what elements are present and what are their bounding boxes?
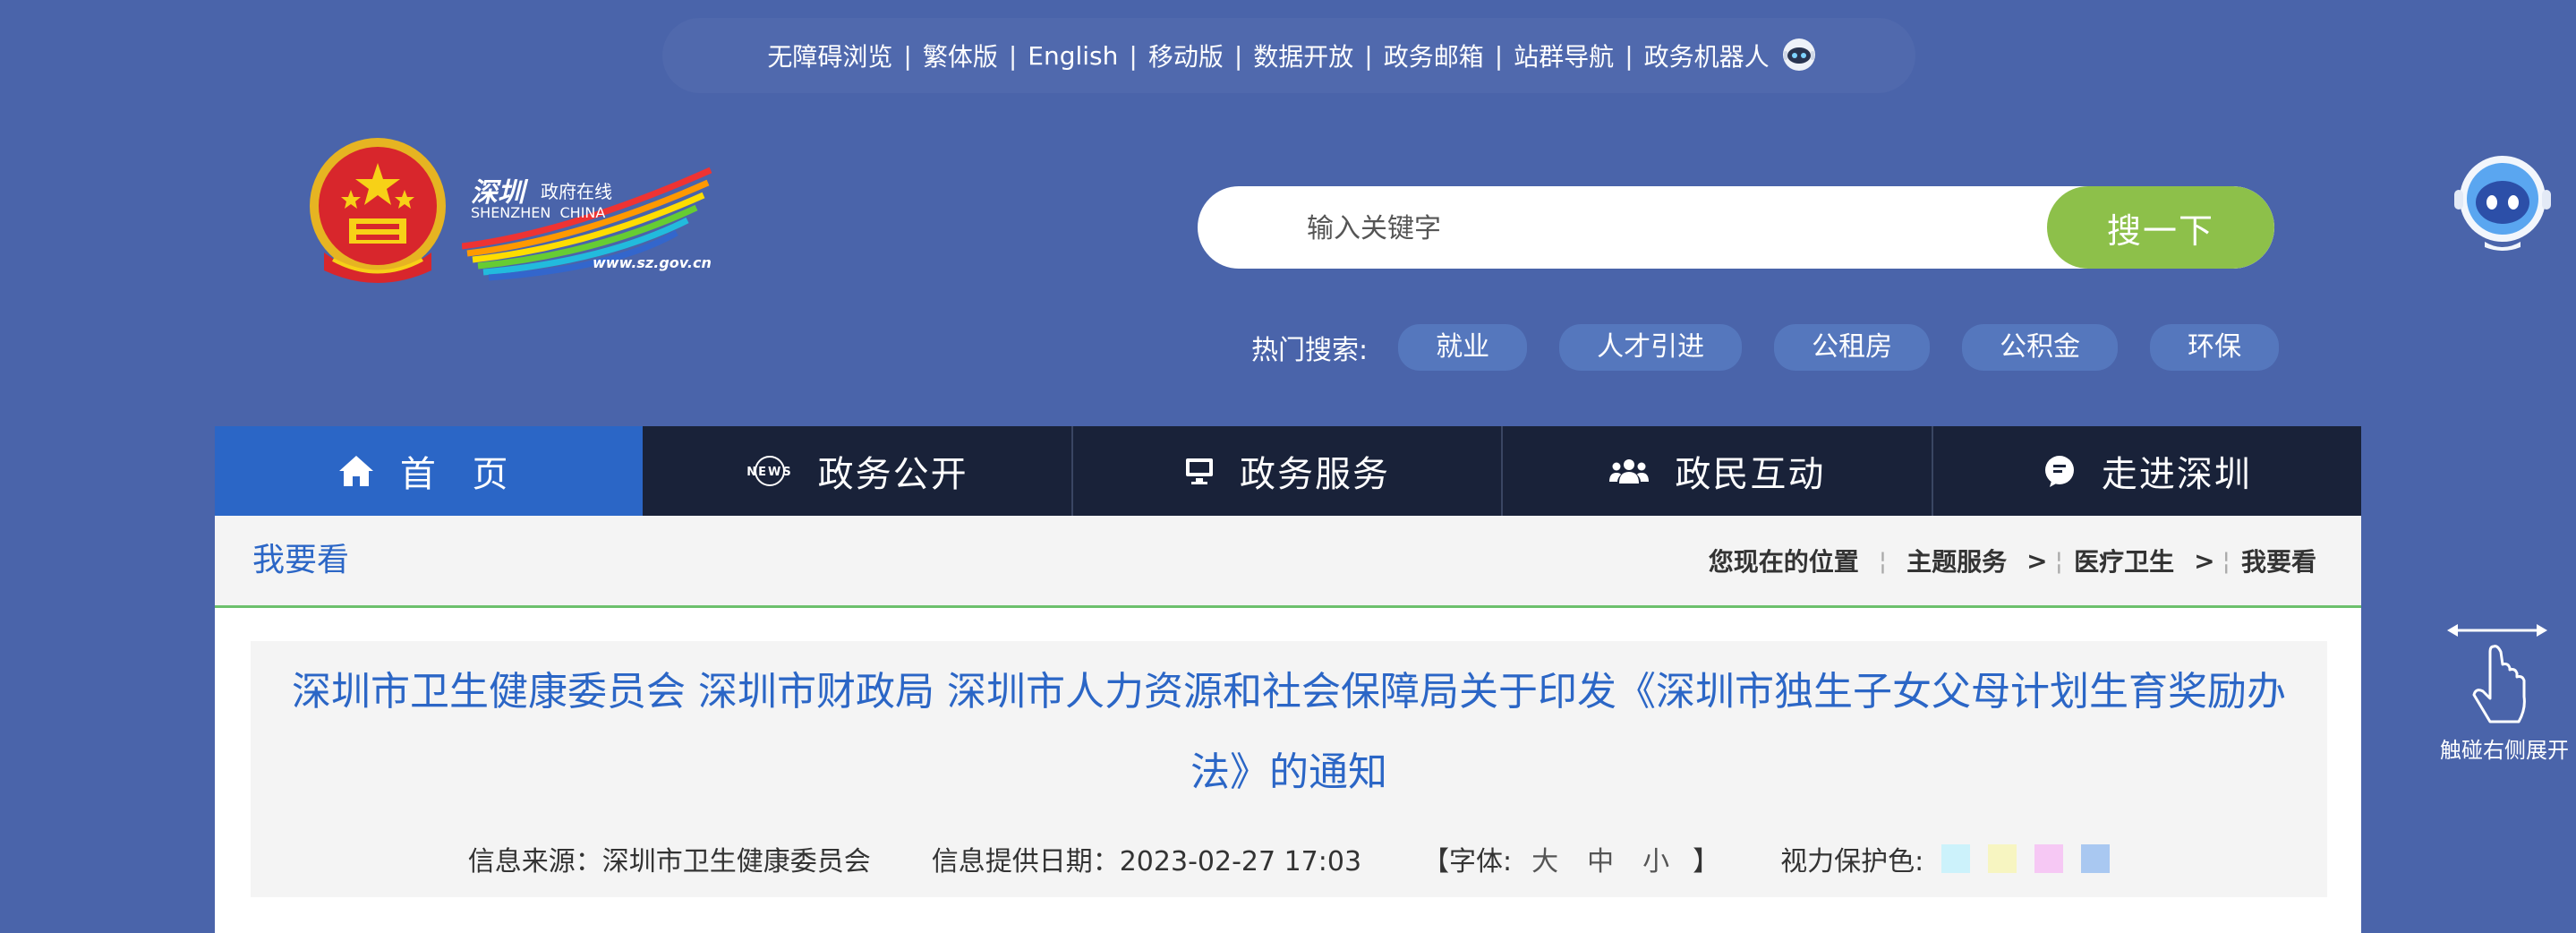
separator: |	[1233, 40, 1243, 71]
main-navigation: 首 页 NEWS 政务公开 政务服务 政民互动 走进深圳	[215, 426, 2361, 516]
nav-about-shenzhen[interactable]: 走进深圳	[1933, 426, 2361, 516]
font-size-small[interactable]: 小	[1642, 839, 1671, 878]
mobile-version-link[interactable]: 移动版	[1139, 38, 1233, 73]
breadcrumb-item-medical[interactable]: 医疗卫生	[2074, 543, 2174, 578]
breadcrumb-arrow: >	[2026, 545, 2048, 576]
font-size-medium[interactable]: 中	[1587, 839, 1616, 878]
logo-url: www.sz.gov.cn	[593, 254, 712, 271]
gov-robot-link[interactable]: 政务机器人	[1635, 38, 1770, 73]
eye-color-yellow[interactable]	[1988, 844, 2017, 873]
separator: |	[1129, 40, 1138, 71]
breadcrumb-divider: ¦	[1878, 545, 1888, 576]
eye-protection-label: 视力保护色:	[1780, 846, 1924, 877]
nav-gov-info[interactable]: NEWS 政务公开	[643, 426, 1073, 516]
national-emblem-logo	[310, 138, 446, 283]
breadcrumb-location-label: 您现在的位置	[1708, 547, 1859, 577]
hot-tag-public-housing[interactable]: 公租房	[1774, 324, 1931, 371]
search-box: 搜一下	[1198, 186, 2274, 269]
open-data-link[interactable]: 数据开放	[1244, 38, 1362, 73]
eye-color-blue[interactable]	[2081, 844, 2111, 873]
breadcrumb-item-current[interactable]: 我要看	[2241, 543, 2316, 578]
content-panel: 我要看 您现在的位置 ¦ 主题服务 > ¦ 医疗卫生 > ¦ 我要看 深圳市卫生…	[215, 516, 2361, 933]
breadcrumb-arrow: >	[2194, 545, 2215, 576]
hot-search: 热门搜索: 就业 人才引进 公租房 公积金 环保	[1251, 324, 2311, 371]
search-input[interactable]	[1305, 186, 2114, 269]
separator: |	[1625, 40, 1633, 71]
news-icon: NEWS	[746, 455, 793, 487]
font-size-large[interactable]: 大	[1531, 839, 1560, 878]
svg-text:NEWS: NEWS	[746, 466, 792, 479]
eye-color-pink[interactable]	[2034, 844, 2064, 873]
accessibility-link[interactable]: 无障碍浏览	[758, 38, 901, 73]
nav-gov-info-label: 政务公开	[817, 454, 968, 495]
logo-subtitle: 政府在线	[541, 181, 612, 202]
breadcrumb-divider: ¦	[2222, 545, 2231, 576]
article-title: 深圳市卫生健康委员会 深圳市财政局 深圳市人力资源和社会保障局关于印发《深圳市独…	[292, 669, 2286, 795]
chat-bubble-icon	[2043, 454, 2077, 488]
swipe-hint-label: 触碰右侧展开	[2440, 738, 2569, 763]
swipe-hint-icon[interactable]	[2444, 616, 2551, 741]
nav-about-shenzhen-label: 走进深圳	[2101, 454, 2252, 495]
hot-tag-talent[interactable]: 人才引进	[1559, 324, 1743, 371]
article-meta: 信息来源：深圳市卫生健康委员会 信息提供日期：2023-02-27 17:03 …	[251, 836, 2327, 881]
font-label-close: 】	[1693, 846, 1720, 877]
breadcrumb: 您现在的位置 ¦ 主题服务 > ¦ 医疗卫生 > ¦ 我要看	[1709, 516, 2316, 605]
nav-interaction-label: 政民互动	[1675, 454, 1826, 495]
assistant-robot-icon[interactable]	[2452, 152, 2553, 253]
hot-tag-environment[interactable]: 环保	[2150, 324, 2280, 371]
info-source: 信息来源：深圳市卫生健康委员会	[467, 846, 871, 877]
hot-search-label: 热门搜索:	[1251, 335, 1369, 366]
separator: |	[1494, 40, 1504, 71]
traditional-chinese-link[interactable]: 繁体版	[914, 38, 1007, 73]
english-link[interactable]: English	[1019, 41, 1127, 71]
breadcrumb-item-theme-service[interactable]: 主题服务	[1906, 543, 2007, 578]
nav-gov-service-label: 政务服务	[1240, 454, 1391, 495]
nav-home[interactable]: 首 页	[215, 426, 644, 516]
hot-tag-provident-fund[interactable]: 公积金	[1962, 324, 2119, 371]
site-nav-link[interactable]: 站群导航	[1505, 38, 1623, 73]
monitor-icon	[1184, 457, 1215, 485]
breadcrumb-divider: ¦	[2054, 545, 2064, 576]
nav-interaction[interactable]: 政民互动	[1503, 426, 1933, 516]
gov-mail-link[interactable]: 政务邮箱	[1375, 38, 1493, 73]
logo-english: SHENZHEN CHINA	[471, 204, 606, 221]
separator: |	[1008, 40, 1018, 71]
section-title: 我要看	[252, 542, 350, 578]
nav-home-label: 首 页	[399, 454, 521, 495]
home-icon	[337, 454, 375, 488]
font-size-control: 【字体: 大 中 小 】	[1422, 839, 1719, 878]
shenzhen-online-logo[interactable]: 深圳 政府在线 SHENZHEN CHINA www.sz.gov.cn	[462, 161, 712, 282]
hot-tag-employment[interactable]: 就业	[1398, 324, 1528, 371]
nav-gov-service[interactable]: 政务服务	[1073, 426, 1504, 516]
eye-protection-control: 视力保护色:	[1780, 839, 2111, 878]
eye-color-cyan[interactable]	[1941, 844, 1971, 873]
robot-icon[interactable]	[1778, 35, 1820, 76]
article-header: 深圳市卫生健康委员会 深圳市财政局 深圳市人力资源和社会保障局关于印发《深圳市独…	[251, 641, 2327, 897]
top-utility-bar: 无障碍浏览 | 繁体版 | English | 移动版 | 数据开放 | 政务邮…	[662, 18, 1915, 93]
breadcrumb-bar: 我要看 您现在的位置 ¦ 主题服务 > ¦ 医疗卫生 > ¦ 我要看	[215, 516, 2361, 608]
people-icon	[1608, 457, 1650, 485]
search-button[interactable]: 搜一下	[2047, 186, 2274, 269]
separator: |	[903, 40, 912, 71]
separator: |	[1364, 40, 1373, 71]
info-date: 信息提供日期：2023-02-27 17:03	[931, 846, 1362, 877]
font-label-open: 【字体:	[1422, 846, 1513, 877]
